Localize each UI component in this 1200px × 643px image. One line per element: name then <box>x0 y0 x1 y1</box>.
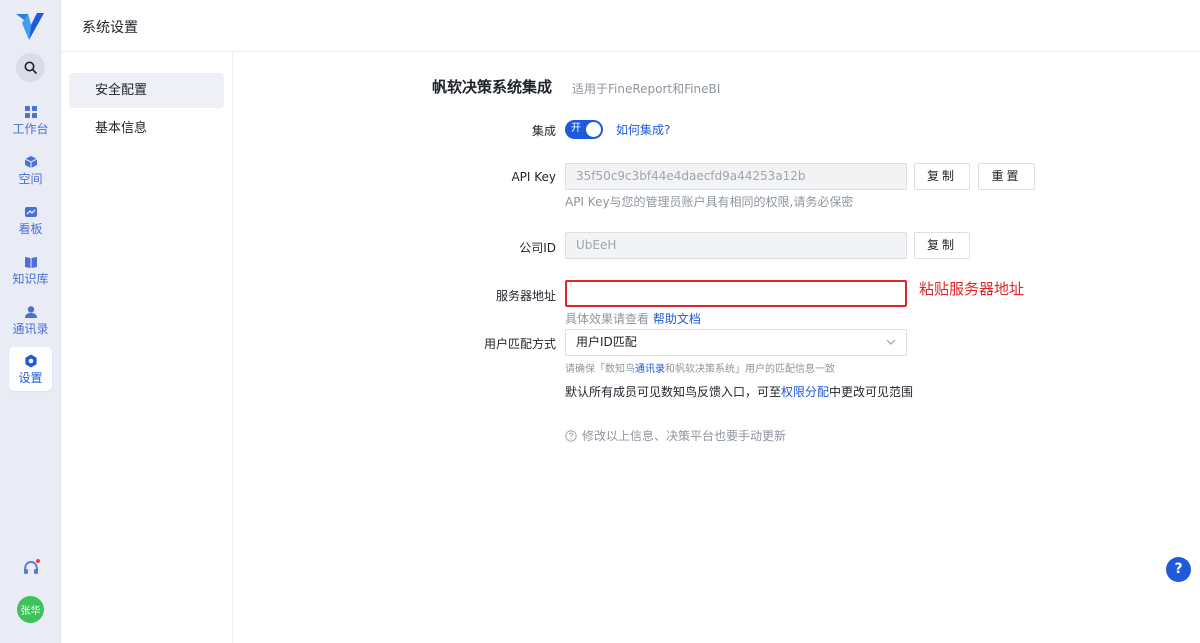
submenu-item-security[interactable]: 安全配置 <box>69 73 224 108</box>
api-key-copy-button[interactable]: 复制 <box>914 163 970 190</box>
nav-item-label: 工作台 <box>12 121 49 136</box>
submenu-item-basic-info[interactable]: 基本信息 <box>69 111 224 146</box>
server-address-label: 服务器地址 <box>495 289 556 303</box>
nav-item-space[interactable]: 空间 <box>9 148 52 192</box>
paste-server-note: 粘贴服务器地址 <box>919 280 1025 298</box>
company-id-copy-button[interactable]: 复制 <box>914 232 970 259</box>
contacts-link[interactable]: 通讯录 <box>635 364 665 375</box>
match-hint-suffix: 和帆软决策系统」用户的匹配信息一致 <box>665 364 835 375</box>
dashboard-icon <box>24 206 37 217</box>
page-title: 系统设置 <box>82 20 138 36</box>
user-match-hint: 请确保「数知鸟通讯录和帆软决策系统」用户的匹配信息一致 <box>565 360 835 375</box>
how-to-integrate-link[interactable]: 如何集成? <box>616 121 670 138</box>
app-logo[interactable] <box>15 11 45 41</box>
nav-item-label: 设置 <box>18 370 43 385</box>
server-address-input[interactable] <box>565 280 907 307</box>
nav-item-settings[interactable]: 设置 <box>9 347 52 391</box>
contacts-icon <box>24 305 37 318</box>
api-key-hint: API Key与您的管理员账户具有相同的权限,请务必保密 <box>565 195 854 209</box>
book-icon <box>24 256 37 268</box>
server-hint: 具体效果请查看 帮助文档 <box>565 310 701 327</box>
support-button[interactable] <box>21 558 41 578</box>
grid-icon <box>24 105 37 118</box>
question-circle-icon <box>565 429 577 442</box>
company-id-label: 公司ID <box>519 241 556 255</box>
section-title: 帆软决策系统集成 <box>432 78 553 96</box>
toggle-knob <box>586 122 601 137</box>
search-icon <box>24 61 37 74</box>
user-match-select[interactable]: 用户ID匹配 <box>565 329 907 356</box>
toggle-text: 开 <box>571 123 581 134</box>
user-match-value: 用户ID匹配 <box>576 335 637 349</box>
top-header: 系统设置 <box>61 0 1200 52</box>
api-key-field[interactable]: 35f50c9c3bf44e4daecfd9a44253a12b <box>565 163 907 190</box>
settings-submenu: 安全配置 基本信息 <box>61 52 233 643</box>
nav-item-workbench[interactable]: 工作台 <box>9 98 52 142</box>
api-key-reset-button[interactable]: 重置 <box>978 163 1035 190</box>
match-hint-prefix: 请确保「数知鸟 <box>565 364 635 375</box>
nav-item-knowledge[interactable]: 知识库 <box>9 248 52 292</box>
server-hint-text: 具体效果请查看 <box>565 312 650 326</box>
help-button[interactable]: ? <box>1166 557 1191 582</box>
help-doc-link[interactable]: 帮助文档 <box>653 312 701 326</box>
update-note: 修改以上信息、决策平台也要手动更新 <box>565 427 786 444</box>
section-subtitle: 适用于FineReport和FineBI <box>572 82 721 96</box>
update-note-text: 修改以上信息、决策平台也要手动更新 <box>582 429 787 443</box>
avatar[interactable]: 张华 <box>17 596 44 623</box>
nav-item-label: 空间 <box>18 171 43 186</box>
nav-item-board[interactable]: 看板 <box>9 198 52 242</box>
cube-icon <box>24 155 37 168</box>
nav-item-label: 通讯录 <box>12 321 49 336</box>
chevron-down-icon <box>886 339 896 345</box>
search-button[interactable] <box>16 53 45 82</box>
permission-note: 默认所有成员可见数知鸟反馈入口，可至权限分配中更改可见范围 <box>565 383 913 400</box>
nav-rail: 工作台 空间 看板 知识库 通讯录 设置 张华 <box>0 0 61 643</box>
user-match-label: 用户匹配方式 <box>483 337 556 351</box>
integration-label: 集成 <box>531 124 556 138</box>
company-id-field[interactable]: UbEeH <box>565 232 907 259</box>
nav-item-label: 知识库 <box>12 271 49 286</box>
gear-icon <box>24 354 37 367</box>
permission-suffix: 中更改可见范围 <box>829 385 914 399</box>
permission-prefix: 默认所有成员可见数知鸟反馈入口，可至 <box>565 385 782 399</box>
nav-item-contacts[interactable]: 通讯录 <box>9 298 52 342</box>
notification-dot <box>35 558 41 564</box>
api-key-label: API Key <box>511 170 556 184</box>
main-content: 帆软决策系统集成 适用于FineReport和FineBI 集成 开 如何集成?… <box>233 52 1200 643</box>
integration-toggle[interactable]: 开 <box>565 120 603 139</box>
permission-assign-link[interactable]: 权限分配 <box>781 385 829 399</box>
nav-item-label: 看板 <box>18 221 43 236</box>
